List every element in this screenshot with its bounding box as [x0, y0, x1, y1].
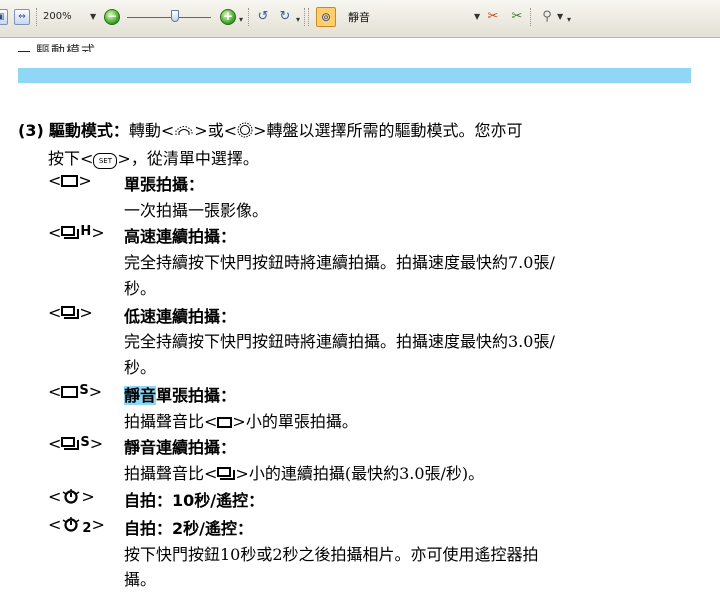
step-number: (3) — [18, 121, 44, 140]
toolbar: ▣ ⇔ 200% ▼ − + ▾ ↺ ↻ ▾ ⊚ 靜音 ▼ ✂ ✂ ⚲ ▼ ▾ — [0, 0, 720, 38]
zoom-in-button[interactable]: + — [220, 9, 236, 25]
single-shooting-icon: < > — [48, 171, 92, 190]
fit-width-button[interactable]: ⇔ — [14, 9, 30, 25]
mode-description: 攝。 — [124, 570, 157, 589]
zoom-slider-track[interactable] — [127, 17, 211, 18]
toolbar-separator — [530, 8, 533, 26]
mode-title: 低速連續拍攝： — [124, 307, 237, 326]
step-text: >轉盤以選擇所需的驅動模式。您亦可 — [253, 121, 523, 140]
zoom-in-caret-icon[interactable]: ▾ — [239, 12, 243, 28]
toolbar-separator — [36, 8, 39, 26]
toolbar-separator — [248, 8, 251, 26]
toolbar-separator — [304, 8, 307, 26]
silent-continuous-icon: < S> — [48, 434, 104, 453]
find-next-icon[interactable]: ✂ — [508, 8, 526, 26]
step-text: 轉動< — [128, 121, 175, 140]
step-heading-line: (3) 驅動模式：轉動< >或< >轉盤以選擇所需的驅動模式。您亦可 — [18, 117, 523, 141]
search-highlight: 靜音 — [124, 386, 157, 405]
search-options-icon[interactable]: ⚲ — [538, 8, 556, 26]
rotate-right-icon[interactable]: ↻ — [276, 8, 294, 26]
silent-single-icon: < S> — [48, 382, 103, 401]
search-options-caret-icon[interactable]: ▼ — [557, 9, 563, 25]
mode-description: 完全持續按下快門按鈕時將連續拍攝。拍攝速度最快約7.0張/ — [124, 253, 555, 272]
mode-description: 秒。 — [124, 279, 157, 298]
section-banner — [18, 68, 691, 83]
zoom-level[interactable]: 200% — [43, 9, 72, 25]
mode-title: 靜音連續拍攝： — [124, 438, 237, 457]
fit-page-button[interactable]: ▣ — [0, 9, 8, 25]
high-speed-continuous-icon: < H> — [48, 223, 105, 242]
low-speed-continuous-icon: < > — [48, 303, 93, 322]
find-icon[interactable]: ⊚ — [316, 7, 336, 27]
step-title: 驅動模式： — [48, 121, 129, 140]
step-text-line-2: 按下< SET >，從清單中選擇。 — [48, 149, 259, 169]
rotate-left-icon[interactable]: ↺ — [254, 8, 272, 26]
zoom-out-button[interactable]: − — [104, 9, 120, 25]
main-dial-icon — [175, 126, 193, 135]
toolbar-overflow-icon[interactable]: ▾ — [567, 12, 571, 28]
mode-title: 靜音單張拍攝： — [124, 386, 237, 405]
mode-description: 拍攝聲音比< >小的單張拍攝。 — [124, 412, 358, 431]
zoom-dropdown-caret-icon[interactable]: ▼ — [90, 9, 96, 25]
step-text: >或< — [194, 121, 238, 140]
mode-description: 秒。 — [124, 358, 157, 377]
toolbar-separator — [308, 8, 311, 26]
mode-title: 自拍：10秒/遙控： — [124, 491, 265, 510]
set-button-icon: SET — [93, 153, 118, 169]
mode-description: 一次拍攝一張影像。 — [124, 201, 269, 220]
search-term-value: 靜音 — [348, 11, 370, 24]
self-timer-10s-icon: < > — [48, 487, 95, 506]
mode-title: 高速連續拍攝： — [124, 227, 237, 246]
rotate-caret-icon[interactable]: ▾ — [296, 12, 300, 28]
mode-description: 完全持續按下快門按鈕時將連續拍攝。拍攝速度最快約3.0張/ — [124, 332, 555, 351]
mode-title: 自拍：2秒/遙控： — [124, 519, 253, 538]
mode-description: 按下快門按鈕10秒或2秒之後拍攝相片。亦可使用遙控器拍 — [124, 545, 539, 564]
mode-description: 拍攝聲音比< >小的連續拍攝(最快約3.0張/秒)。 — [124, 464, 485, 483]
zoom-slider-thumb[interactable] — [171, 10, 179, 22]
search-term-select[interactable]: 靜音 — [348, 9, 480, 27]
mode-title: 單張拍攝： — [124, 175, 205, 194]
find-previous-icon[interactable]: ✂ — [484, 8, 502, 26]
section-heading-cut: 驅動模式 — [18, 41, 96, 52]
document-page — [0, 38, 720, 68]
quick-control-dial-icon — [237, 122, 253, 138]
search-dropdown-caret-icon[interactable]: ▼ — [474, 9, 480, 25]
self-timer-2s-icon: <2> — [48, 515, 105, 536]
